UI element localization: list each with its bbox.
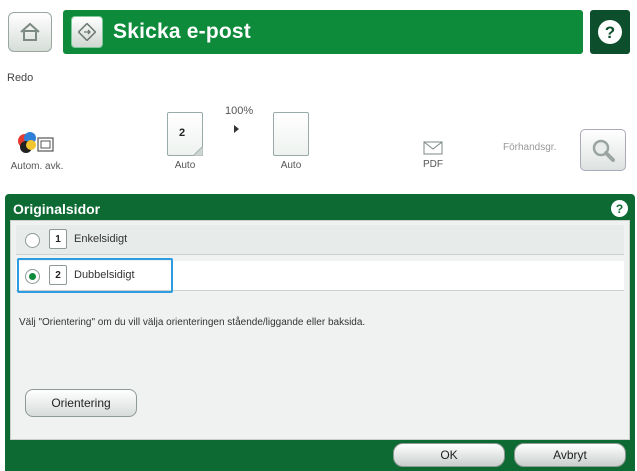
home-icon (20, 22, 40, 41)
color-balls-icon (18, 132, 54, 153)
page-number-icon: 2 (49, 265, 67, 285)
option-label: Enkelsidigt (74, 233, 128, 245)
blank-document-icon (273, 112, 309, 156)
radio-button[interactable] (25, 233, 40, 248)
radio-button-selected[interactable] (25, 269, 40, 284)
page-title: Skicka e-post (113, 20, 251, 43)
color-mode-label: Autom. avk. (10, 161, 64, 172)
email-envelope-icon (423, 141, 443, 155)
title-bar: Skicka e-post (63, 10, 583, 54)
file-format-label: PDF (423, 159, 443, 170)
original-sides-dialog: Originalsidor ? 1 Enkelsidigt 2 Dubbelsi… (5, 194, 635, 471)
header: Skicka e-post ? (0, 0, 637, 62)
option-one-sided[interactable]: 1 Enkelsidigt (16, 225, 624, 255)
original-label: Auto (174, 160, 196, 171)
dialog-help-icon[interactable]: ? (611, 200, 628, 217)
page-number-icon: 1 (49, 229, 67, 249)
ok-button[interactable]: OK (393, 443, 505, 467)
home-button[interactable] (8, 12, 52, 52)
magnifier-icon (592, 139, 615, 162)
help-button[interactable]: ? (590, 10, 630, 54)
preview-label: Förhandsgr. (503, 142, 557, 153)
original-sides-button[interactable]: 2 Auto (162, 112, 208, 171)
color-mode-button[interactable]: Autom. avk. (6, 130, 68, 172)
orientation-button[interactable]: Orientering (25, 389, 137, 417)
file-format-button[interactable]: PDF (413, 140, 453, 170)
option-label: Dubbelsidigt (74, 269, 135, 281)
hint-text: Välj "Orientering" om du vill välja orie… (19, 317, 366, 328)
option-two-sided[interactable]: 2 Dubbelsidigt (16, 258, 624, 293)
email-send-icon (71, 16, 103, 48)
duplex-document-icon: 2 (167, 112, 203, 156)
zoom-value: 100% (225, 105, 254, 117)
dialog-title: Originalsidor (13, 201, 101, 217)
output-label: Auto (280, 160, 302, 171)
arrow-right-icon (234, 125, 239, 133)
status-text: Redo (7, 72, 34, 84)
dialog-body: 1 Enkelsidigt 2 Dubbelsidigt Välj "Orien… (10, 220, 630, 440)
svg-text:?: ? (605, 23, 615, 42)
output-page-button[interactable]: Auto (271, 112, 311, 171)
preview-button[interactable] (580, 129, 626, 171)
help-icon: ? (598, 20, 622, 44)
cancel-button[interactable]: Avbryt (514, 443, 626, 467)
